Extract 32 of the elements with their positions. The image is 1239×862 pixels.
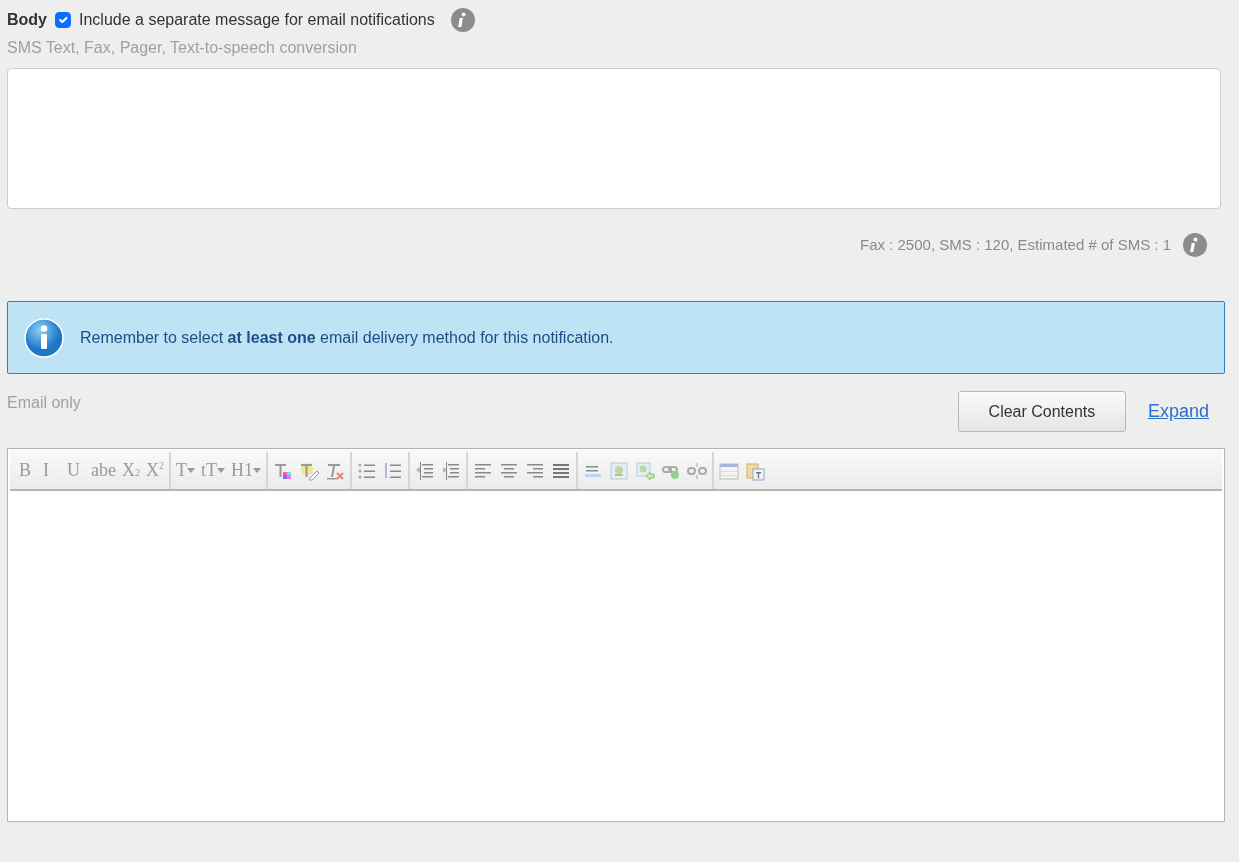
- dropdown-button[interactable]: tT: [198, 455, 228, 486]
- dropdown-button[interactable]: T: [173, 455, 198, 486]
- info-icon: [24, 317, 64, 358]
- insert-image-icon[interactable]: [635, 460, 655, 481]
- info-icon: [450, 8, 475, 32]
- caret-icon: [253, 468, 261, 473]
- image-icon[interactable]: [609, 460, 629, 481]
- checkbox[interactable]: [55, 12, 71, 28]
- expand-link[interactable]: Expand: [1147, 398, 1209, 425]
- section-label: Email only: [7, 393, 81, 413]
- format-button[interactable]: I: [40, 455, 64, 486]
- section-label: Body: [7, 10, 47, 30]
- caret-icon: [217, 468, 225, 473]
- dropdown-button[interactable]: H1: [228, 455, 264, 486]
- format-button[interactable]: B: [16, 455, 40, 486]
- caret-icon: [187, 468, 195, 473]
- message-field[interactable]: [7, 68, 1221, 209]
- format-button[interactable]: X$^{2}$: [143, 455, 167, 486]
- highlighter-icon[interactable]: [299, 460, 319, 481]
- hint-text: SMS Text, Fax, Pager, Text-to-speech conversion: [7, 38, 358, 58]
- format-button[interactable]: U: [64, 455, 88, 486]
- indent-icon[interactable]: [441, 460, 461, 481]
- paste-text-icon[interactable]: [745, 460, 765, 481]
- table-icon[interactable]: [719, 460, 739, 481]
- checkbox-label: Include a separate message for email notifications: [79, 10, 435, 30]
- alert-message: Remember to select at least one email delivery method for this notification.: [80, 327, 614, 348]
- character-count: Fax : 2500, SMS : 120, Estimated # of SMS : 1: [860, 234, 1171, 255]
- format-button[interactable]: abe: [88, 455, 119, 486]
- unlink-icon[interactable]: [687, 460, 707, 481]
- outdent-icon[interactable]: [415, 460, 435, 481]
- info-icon: [1183, 233, 1207, 257]
- clear-contents-button[interactable]: Clear Contents: [957, 391, 1126, 432]
